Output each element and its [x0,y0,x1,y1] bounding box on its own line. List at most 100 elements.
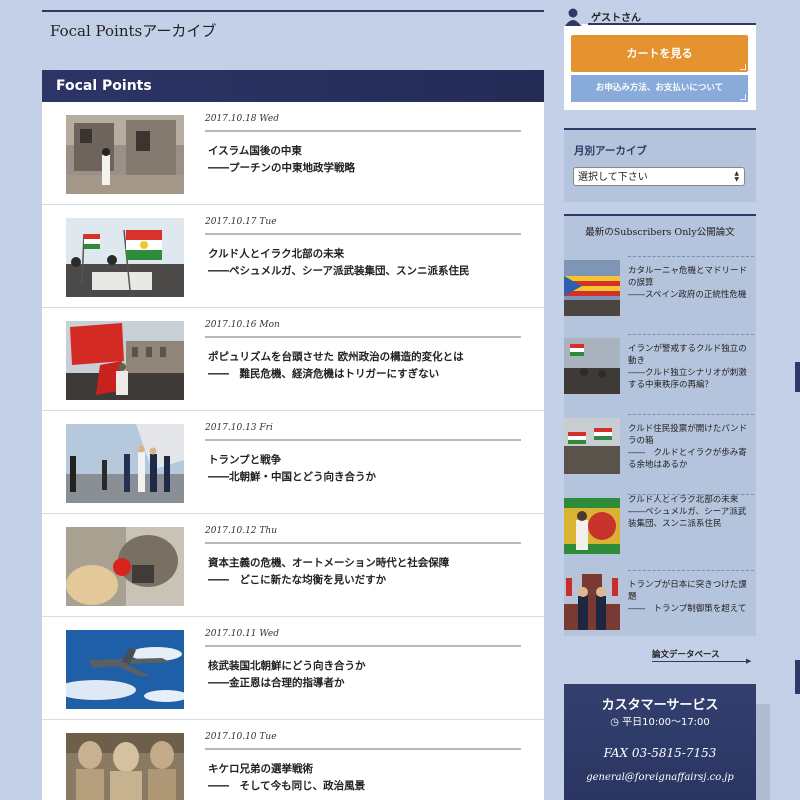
article-thumbnail[interactable] [66,733,184,800]
user-box: ゲストさん カートを見る お申込み方法、お支払いについて [564,6,756,110]
article-divider [205,233,521,235]
article-subtitle[interactable]: ――ペシュメルガ、シーア派武装集団、スンニ派系住民 [208,263,470,278]
page-title: Focal Pointsアーカイブ [50,22,217,40]
article-date: 2017.10.12 Thu [205,526,277,536]
latest-paper-thumbnail[interactable] [564,338,620,394]
article-title[interactable]: イスラム国後の中東 [208,143,302,158]
latest-paper-item[interactable]: カタルーニャ危機とマドリードの誤算 ――スペイン政府の正統性危機 [564,256,756,336]
article-item[interactable]: 2017.10.17 Tue クルド人とイラク北部の未来 ――ペシュメルガ、シー… [42,205,544,308]
latest-paper-thumbnail[interactable] [564,574,620,630]
article-divider [205,130,521,132]
latest-paper-subtitle[interactable]: ――クルド独立シナリオが刺激する中東秩序の再編？ [628,367,754,391]
latest-paper-item[interactable]: クルド住民投票が開けたパンドラの箱 ―― クルドとイラクが歩み寄る余地はあるか [564,414,756,494]
article-item[interactable]: 2017.10.16 Mon ポピュリズムを台頭させた 欧州政治の構造的変化とは… [42,308,544,411]
item-divider [628,334,754,336]
paper-database-link[interactable]: 論文データベース [652,648,720,660]
customer-service-hours: 平日10:00～17:00 [622,717,710,728]
article-item[interactable]: 2017.10.13 Fri トランプと戦争 ――北朝鮮・中国とどう向き合うか [42,411,544,514]
howto-button-label: お申込み方法、お支払いについて [595,83,724,93]
article-title[interactable]: クルド人とイラク北部の未来 [208,246,344,261]
top-rule [42,10,544,12]
main-column: Focal Pointsアーカイブ Focal Points 2017.10.1… [42,0,544,800]
edge-tab[interactable] [795,362,800,392]
article-subtitle[interactable]: ――北朝鮮・中国とどう向き合うか [208,469,376,484]
article-date: 2017.10.16 Mon [205,320,280,330]
item-divider [628,256,754,258]
article-thumbnail[interactable] [66,218,184,297]
article-title[interactable]: キケロ兄弟の選挙戦術 [208,761,313,776]
article-thumbnail[interactable] [66,527,184,606]
article-date: 2017.10.10 Tue [205,732,277,742]
archive-title: 月別アーカイブ [574,145,647,157]
latest-paper-title[interactable]: イランが警戒するクルド独立の動き [628,343,754,367]
article-title[interactable]: 核武装国北朝鮮にどう向き合うか [208,658,366,673]
archive-panel: 月別アーカイブ 選択して下さい ▲ ▼ [564,128,756,202]
article-item[interactable]: 2017.10.10 Tue キケロ兄弟の選挙戦術 ―― そして今も同じ、政治風… [42,720,544,800]
latest-paper-item[interactable]: イランが警戒するクルド独立の動き ――クルド独立シナリオが刺激する中東秩序の再編… [564,334,756,414]
latest-paper-thumbnail[interactable] [564,498,620,554]
item-divider [628,414,754,416]
article-title[interactable]: 資本主義の危機、オートメーション時代と社会保障 [208,555,449,570]
article-subtitle[interactable]: ―― そして今も同じ、政治風景 [208,778,365,793]
article-thumbnail[interactable] [66,115,184,194]
article-subtitle[interactable]: ―― どこに新たな均衡を見いだすか [208,572,386,587]
cart-button-label: カートを見る [626,47,693,60]
article-divider [205,645,521,647]
customer-service-title: カスタマーサービス [601,698,719,713]
latest-paper-subtitle[interactable]: ――ペシュメルガ、シーア派武装集団、スンニ派系住民 [628,506,754,530]
article-subtitle[interactable]: ―― 難民危機、経済危機はトリガーにすぎない [208,366,439,381]
latest-paper-title[interactable]: カタルーニャ危機とマドリードの誤算 [628,265,754,289]
article-thumbnail[interactable] [66,424,184,503]
howto-button[interactable]: お申込み方法、お支払いについて [571,75,748,102]
article-divider [205,542,521,544]
latest-paper-subtitle[interactable]: ―― トランプ制御策を超えて [628,603,754,615]
button-corner-icon [740,64,746,70]
archive-select[interactable]: 選択して下さい ▲ ▼ [573,167,745,186]
article-date: 2017.10.17 Tue [205,217,277,227]
cart-button[interactable]: カートを見る [571,35,748,72]
article-list: 2017.10.18 Wed イスラム国後の中東 ――プーチンの中東地政学戦略 [42,102,544,800]
article-subtitle[interactable]: ――金正恩は合理的指導者か [208,675,345,690]
latest-paper-subtitle[interactable]: ―― クルドとイラクが歩み寄る余地はあるか [628,447,754,471]
button-corner-icon [740,94,746,100]
article-subtitle[interactable]: ――プーチンの中東地政学戦略 [208,160,355,175]
arrow-right-icon: ▶ [746,657,752,665]
item-divider [628,570,754,572]
article-item[interactable]: 2017.10.18 Wed イスラム国後の中東 ――プーチンの中東地政学戦略 [42,102,544,205]
article-date: 2017.10.18 Wed [205,114,279,124]
latest-paper-item[interactable]: トランプが日本に突きつけた課題 ―― トランプ制御策を超えて [564,570,756,650]
panel-rule [564,214,756,216]
customer-service-box: カスタマーサービス ◷ 平日10:00～17:00 FAX 03-5815-71… [564,684,756,800]
latest-paper-title[interactable]: クルド人とイラク北部の未来 [628,494,754,506]
customer-service-email[interactable]: general@foreignaffairsj.co.jp [564,772,756,783]
article-item[interactable]: 2017.10.12 Thu 資本主義の危機、オートメーション時代と社会保障 ―… [42,514,544,617]
latest-paper-item[interactable]: クルド人とイラク北部の未来 ――ペシュメルガ、シーア派武装集団、スンニ派系住民 [564,494,756,574]
article-date: 2017.10.11 Wed [205,629,279,639]
article-divider [205,336,521,338]
customer-service-hours-row: ◷ 平日10:00～17:00 [564,713,756,728]
article-thumbnail[interactable] [66,630,184,709]
latest-paper-subtitle[interactable]: ――スペイン政府の正統性危機 [628,289,754,301]
customer-service-fax: FAX 03-5815-7153 [603,746,717,760]
latest-papers-panel: 最新のSubscribers Only公開論文 カタルーニャ危機とマドリードの誤… [564,214,756,636]
latest-paper-thumbnail[interactable] [564,418,620,474]
archive-select-value: 選択して下さい [578,172,648,183]
article-title[interactable]: ポピュリズムを台頭させた 欧州政治の構造的変化とは [208,349,464,364]
sidebar: ゲストさん カートを見る お申込み方法、お支払いについて 月別アーカイブ 選択し… [564,0,756,800]
latest-paper-title[interactable]: トランプが日本に突きつけた課題 [628,579,754,603]
latest-papers-title: 最新のSubscribers Only公開論文 [585,227,735,238]
article-divider [205,439,521,441]
user-name: ゲストさん [591,13,641,24]
panel-rule [564,128,756,130]
user-icon [564,6,582,26]
latest-paper-title[interactable]: クルド住民投票が開けたパンドラの箱 [628,423,754,447]
clock-icon: ◷ [610,717,619,728]
article-thumbnail[interactable] [66,321,184,400]
article-date: 2017.10.13 Fri [205,423,273,433]
edge-tab[interactable] [795,660,800,694]
article-item[interactable]: 2017.10.11 Wed 核武装国北朝鮮にどう向き合うか ――金正恩は合理的… [42,617,544,720]
article-divider [205,748,521,750]
section-header: Focal Points [42,70,544,102]
article-title[interactable]: トランプと戦争 [208,452,281,467]
latest-paper-thumbnail[interactable] [564,260,620,316]
